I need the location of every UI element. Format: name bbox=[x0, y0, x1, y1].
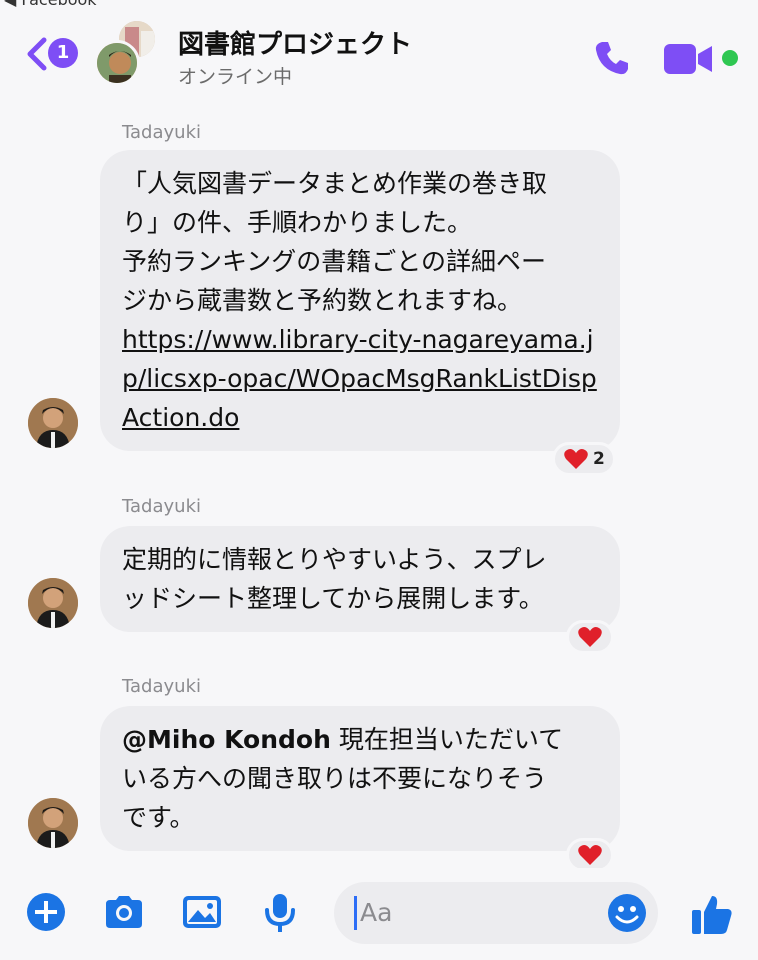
member-avatar-front bbox=[94, 40, 140, 86]
video-camera-icon[interactable] bbox=[664, 42, 714, 76]
message-line: 定期的に情報とりやすいよう、スプレ bbox=[122, 545, 547, 574]
message-link[interactable]: https://www.library-city-nagareyama.jp/l… bbox=[122, 320, 600, 437]
message-line: @Miho Kondoh 現在担当いただいて bbox=[122, 720, 600, 759]
message-line: 「人気図書データまとめ作業の巻き取 bbox=[122, 169, 548, 198]
message-input[interactable]: Aa bbox=[334, 882, 658, 944]
message-bubble[interactable]: 定期的に情報とりやすいよう、スプレ ッドシート整理してから展開します。 bbox=[100, 526, 620, 632]
message-bubble[interactable]: 「人気図書データまとめ作業の巻き取 り」の件、手順わかりました。 予約ランキング… bbox=[100, 150, 620, 451]
message-line: 予約ランキングの書籍ごとの詳細ペー bbox=[122, 247, 547, 276]
online-indicator bbox=[722, 50, 738, 66]
sender-name: Tadayuki bbox=[122, 496, 201, 517]
camera-icon[interactable] bbox=[102, 890, 146, 934]
message-bubble[interactable]: @Miho Kondoh 現在担当いただいて いる方への聞き取りは不要になりそう… bbox=[100, 706, 620, 851]
plus-icon[interactable] bbox=[24, 890, 68, 934]
heart-icon bbox=[578, 627, 602, 647]
message-composer: Aa bbox=[0, 868, 758, 960]
message-line: り」の件、手順わかりました。 bbox=[122, 208, 473, 237]
chat-header: 1 図書館プロジェクト オンライン中 bbox=[0, 12, 758, 98]
message-line: ッドシート整理してから展開します。 bbox=[122, 584, 544, 613]
input-placeholder: Aa bbox=[360, 898, 393, 927]
message-line: ジから蔵書数と予約数とれますね。 bbox=[122, 286, 523, 315]
mention[interactable]: @Miho Kondoh bbox=[122, 725, 331, 754]
image-icon[interactable] bbox=[180, 890, 224, 934]
status-bar: ◀ Facebook bbox=[0, 0, 758, 12]
text-caret bbox=[354, 896, 357, 930]
phone-icon[interactable] bbox=[590, 36, 634, 80]
reaction-badge[interactable]: 2 bbox=[552, 442, 616, 476]
microphone-icon[interactable] bbox=[258, 890, 302, 934]
reaction-count: 2 bbox=[593, 449, 605, 469]
sender-avatar[interactable] bbox=[28, 578, 78, 628]
reaction-badge[interactable] bbox=[566, 838, 614, 872]
sender-name: Tadayuki bbox=[122, 122, 201, 143]
sender-avatar[interactable] bbox=[28, 798, 78, 848]
back-to-facebook[interactable]: ◀ Facebook bbox=[4, 0, 97, 9]
chat-title[interactable]: 図書館プロジェクト bbox=[178, 24, 412, 61]
sender-name: Tadayuki bbox=[122, 676, 201, 697]
group-avatar[interactable] bbox=[94, 18, 166, 90]
emoji-icon[interactable] bbox=[606, 892, 648, 934]
heart-icon bbox=[564, 449, 588, 469]
sender-avatar[interactable] bbox=[28, 398, 78, 448]
unread-badge[interactable]: 1 bbox=[48, 38, 78, 68]
reaction-badge[interactable] bbox=[566, 620, 614, 654]
message-text: 現在担当いただいて bbox=[330, 725, 564, 754]
message-line: です。 bbox=[122, 803, 195, 832]
chat-status: オンライン中 bbox=[178, 66, 293, 88]
message-line: いる方への聞き取りは不要になりそう bbox=[122, 764, 548, 793]
heart-icon bbox=[578, 845, 602, 865]
thumbs-up-icon[interactable] bbox=[688, 890, 736, 938]
